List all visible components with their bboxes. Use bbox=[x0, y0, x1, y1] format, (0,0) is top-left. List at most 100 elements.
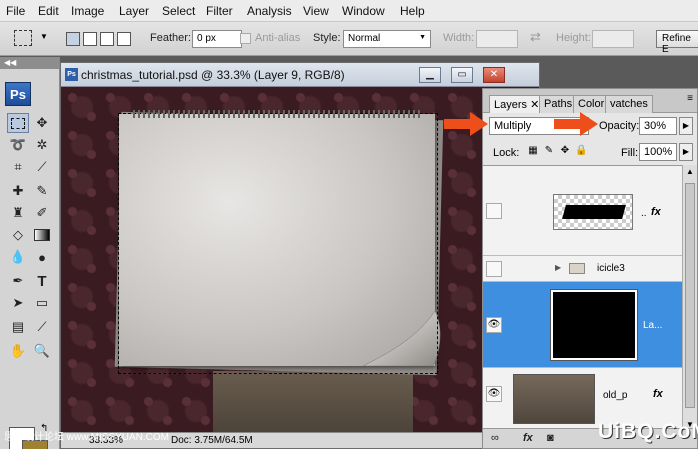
path-select-icon[interactable]: ➤ bbox=[7, 293, 29, 313]
brush-icon[interactable]: ✎ bbox=[31, 181, 53, 201]
visibility-toggle[interactable] bbox=[486, 203, 502, 219]
ps-doc-icon: Ps bbox=[65, 68, 78, 81]
fx-icon[interactable]: fx bbox=[651, 206, 661, 218]
feather-label: Feather: bbox=[150, 32, 191, 44]
pen-icon[interactable]: ✒ bbox=[7, 271, 29, 291]
hand-icon[interactable]: ✋ bbox=[7, 341, 29, 361]
menu-analysis[interactable]: Analysis bbox=[247, 3, 292, 19]
link-layers-icon[interactable]: ∞ bbox=[491, 432, 499, 444]
menu-layer[interactable]: Layer bbox=[119, 3, 149, 19]
layers-panel: Layers ✕ Paths Color vatches ≡ Multiply … bbox=[482, 88, 698, 449]
panel-tabs: Layers ✕ Paths Color vatches ≡ bbox=[483, 89, 697, 113]
width-label: Width: bbox=[443, 32, 475, 44]
layers-scrollbar[interactable]: ▲ ▼ bbox=[682, 165, 697, 431]
menu-select[interactable]: Select bbox=[162, 3, 195, 19]
canvas[interactable] bbox=[63, 88, 538, 433]
antialias-checkbox[interactable] bbox=[240, 33, 251, 44]
selection-marquee bbox=[118, 113, 438, 374]
dodge-icon[interactable]: ● bbox=[31, 247, 53, 267]
layer-name[interactable]: old_p bbox=[603, 390, 627, 401]
add-mask-icon[interactable]: ◙ bbox=[547, 432, 554, 444]
layer-name[interactable]: La... bbox=[643, 320, 662, 331]
history-brush-icon[interactable]: ✐ bbox=[31, 203, 53, 223]
scroll-thumb[interactable] bbox=[685, 183, 695, 408]
preset-dropdown-icon[interactable]: ▼ bbox=[40, 32, 48, 41]
panel-menu-icon[interactable]: ≡ bbox=[687, 93, 693, 104]
eraser-icon[interactable]: ◇ bbox=[7, 225, 29, 245]
intersect-selection-icon[interactable] bbox=[117, 32, 131, 46]
marquee-icon[interactable] bbox=[7, 113, 29, 133]
height-input[interactable] bbox=[592, 30, 634, 48]
notes-icon[interactable]: ▤ bbox=[7, 317, 29, 337]
fx-icon[interactable]: fx bbox=[653, 388, 663, 400]
maximize-button[interactable]: ▭ bbox=[451, 67, 473, 83]
layer-thumbnail bbox=[550, 289, 638, 361]
lock-position-icon[interactable]: ✥ bbox=[559, 145, 571, 157]
subtract-selection-icon[interactable] bbox=[100, 32, 114, 46]
close-button[interactable]: ✕ bbox=[483, 67, 505, 83]
menu-file[interactable]: File bbox=[6, 3, 25, 19]
width-input[interactable] bbox=[476, 30, 518, 48]
eye-icon[interactable]: 👁 bbox=[486, 386, 502, 402]
fill-input[interactable]: 100% bbox=[639, 143, 677, 161]
fill-slider-arrow-icon[interactable]: ▶ bbox=[679, 143, 693, 161]
swap-icon[interactable]: ⇄ bbox=[530, 29, 541, 45]
scroll-up-icon[interactable]: ▲ bbox=[686, 167, 694, 176]
layer-row[interactable]: .. fx bbox=[483, 166, 683, 256]
tool-preset-icon[interactable] bbox=[14, 30, 32, 46]
layer-name[interactable]: .. bbox=[641, 208, 647, 219]
feather-input[interactable]: 0 px bbox=[192, 30, 242, 48]
document-title: christmas_tutorial.psd @ 33.3% (Layer 9,… bbox=[81, 68, 345, 82]
menu-edit[interactable]: Edit bbox=[38, 3, 59, 19]
refine-edge-button[interactable]: Refine E bbox=[656, 30, 698, 55]
menu-window[interactable]: Window bbox=[342, 3, 385, 19]
add-selection-icon[interactable] bbox=[83, 32, 97, 46]
gradient-icon[interactable] bbox=[31, 225, 53, 245]
layer-name[interactable]: icicle3 bbox=[597, 263, 625, 274]
tab-layers[interactable]: Layers ✕ bbox=[489, 95, 545, 113]
clone-stamp-icon[interactable]: ♜ bbox=[7, 203, 29, 223]
layer-row-selected[interactable]: 👁 La... bbox=[483, 282, 683, 368]
eye-icon[interactable]: 👁 bbox=[486, 317, 502, 333]
spot-heal-icon[interactable]: ✚ bbox=[7, 181, 29, 201]
new-selection-icon[interactable] bbox=[66, 32, 80, 46]
zoom-icon[interactable]: 🔍 bbox=[31, 341, 53, 361]
lock-image-icon[interactable]: ✎ bbox=[543, 145, 555, 157]
doc-size-info[interactable]: Doc: 3.75M/64.5M bbox=[171, 435, 253, 446]
blur-icon[interactable]: 💧 bbox=[7, 247, 29, 267]
crop-icon[interactable]: ⌗ bbox=[7, 157, 29, 177]
shape-icon[interactable]: ▭ bbox=[31, 293, 53, 313]
lock-transparency-icon[interactable]: ▦ bbox=[527, 145, 539, 157]
lasso-icon[interactable]: ➰ bbox=[7, 135, 29, 155]
type-icon[interactable]: T bbox=[31, 271, 53, 291]
refine-edge-label: Refine E bbox=[662, 33, 691, 55]
opacity-slider-arrow-icon[interactable]: ▶ bbox=[679, 117, 693, 135]
add-style-icon[interactable]: fx bbox=[523, 432, 533, 444]
style-value: Normal bbox=[348, 33, 381, 44]
eyedropper2-icon[interactable]: ⟋ bbox=[31, 317, 53, 337]
eyedropper-icon[interactable]: ⟋ bbox=[31, 157, 53, 177]
magic-wand-icon[interactable]: ✲ bbox=[31, 135, 53, 155]
tab-paths[interactable]: Paths bbox=[539, 95, 578, 113]
move-icon[interactable]: ✥ bbox=[31, 113, 53, 133]
ps-logo: Ps bbox=[5, 82, 31, 106]
close-icon[interactable]: ✕ bbox=[530, 99, 539, 111]
menu-filter[interactable]: Filter bbox=[206, 3, 233, 19]
tab-swatches[interactable]: vatches bbox=[605, 95, 653, 113]
visibility-toggle[interactable] bbox=[486, 261, 502, 277]
document-titlebar[interactable]: Ps christmas_tutorial.psd @ 33.3% (Layer… bbox=[61, 63, 539, 87]
folder-icon bbox=[569, 263, 585, 274]
menu-image[interactable]: Image bbox=[71, 3, 104, 19]
expand-arrow-icon[interactable]: ▶ bbox=[555, 263, 561, 272]
minimize-button[interactable]: ▁ bbox=[419, 67, 441, 83]
style-select[interactable]: Normal ▼ bbox=[343, 30, 431, 48]
layer-row[interactable]: ▶ icicle3 bbox=[483, 256, 683, 282]
style-label: Style: bbox=[313, 32, 341, 44]
menu-view[interactable]: View bbox=[303, 3, 329, 19]
annotation-arrow-icon bbox=[554, 112, 598, 136]
menu-help[interactable]: Help bbox=[400, 3, 425, 19]
tab-color[interactable]: Color bbox=[573, 95, 610, 113]
opacity-input[interactable]: 30% bbox=[639, 117, 677, 135]
collapse-icon[interactable]: ◀◀ bbox=[0, 57, 59, 69]
lock-all-icon[interactable]: 🔒 bbox=[575, 145, 587, 157]
